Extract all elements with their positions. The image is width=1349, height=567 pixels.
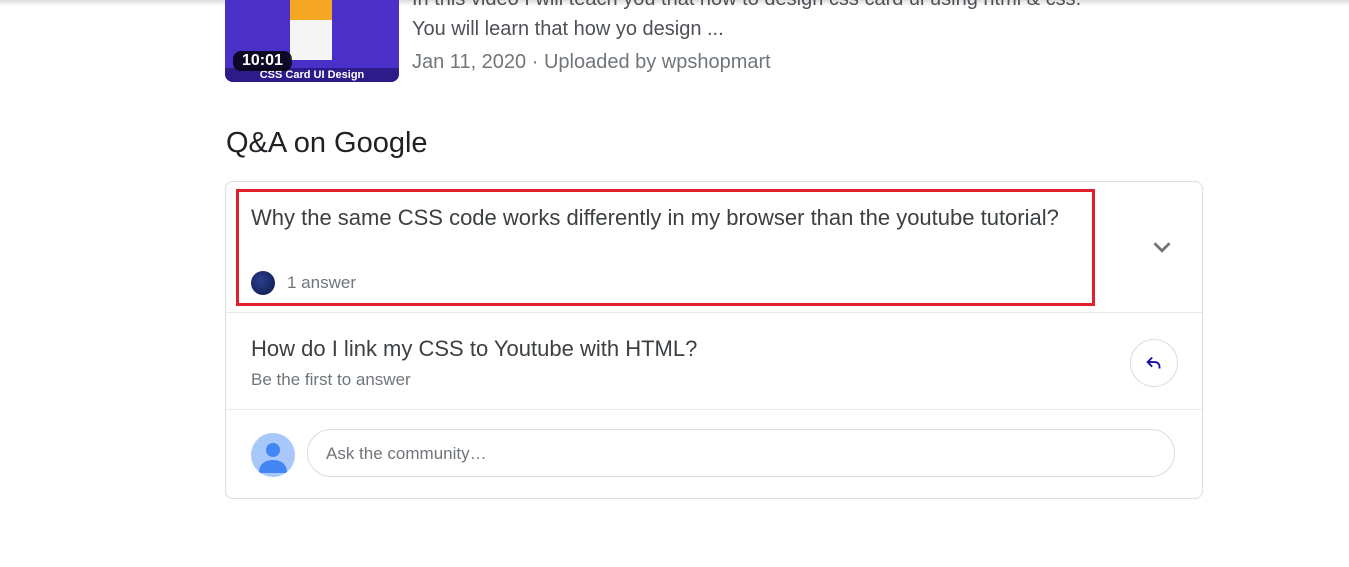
video-description-line2: You will learn that how yo design ... — [412, 18, 724, 40]
divider — [226, 409, 1202, 410]
reply-icon — [1146, 356, 1161, 369]
divider — [226, 312, 1202, 313]
answer-status: Be the first to answer — [251, 370, 411, 389]
answer-button[interactable] — [1130, 339, 1178, 387]
video-meta: Jan 11, 2020 · Uploaded by wpshopmart — [412, 51, 771, 73]
user-avatar — [251, 433, 295, 477]
qa-box: Why the same CSS code works differently … — [225, 181, 1203, 499]
chevron-down-icon[interactable] — [1147, 232, 1177, 262]
question-text[interactable]: How do I link my CSS to Youtube with HTM… — [251, 332, 697, 365]
qa-title: Q&A on Google — [226, 127, 428, 159]
highlight-box — [236, 189, 1095, 306]
video-duration: 10:01 — [233, 51, 292, 71]
ask-community-input[interactable]: Ask the community… — [307, 429, 1175, 477]
video-description-line1: In this video I will teach you that how … — [412, 0, 1081, 11]
